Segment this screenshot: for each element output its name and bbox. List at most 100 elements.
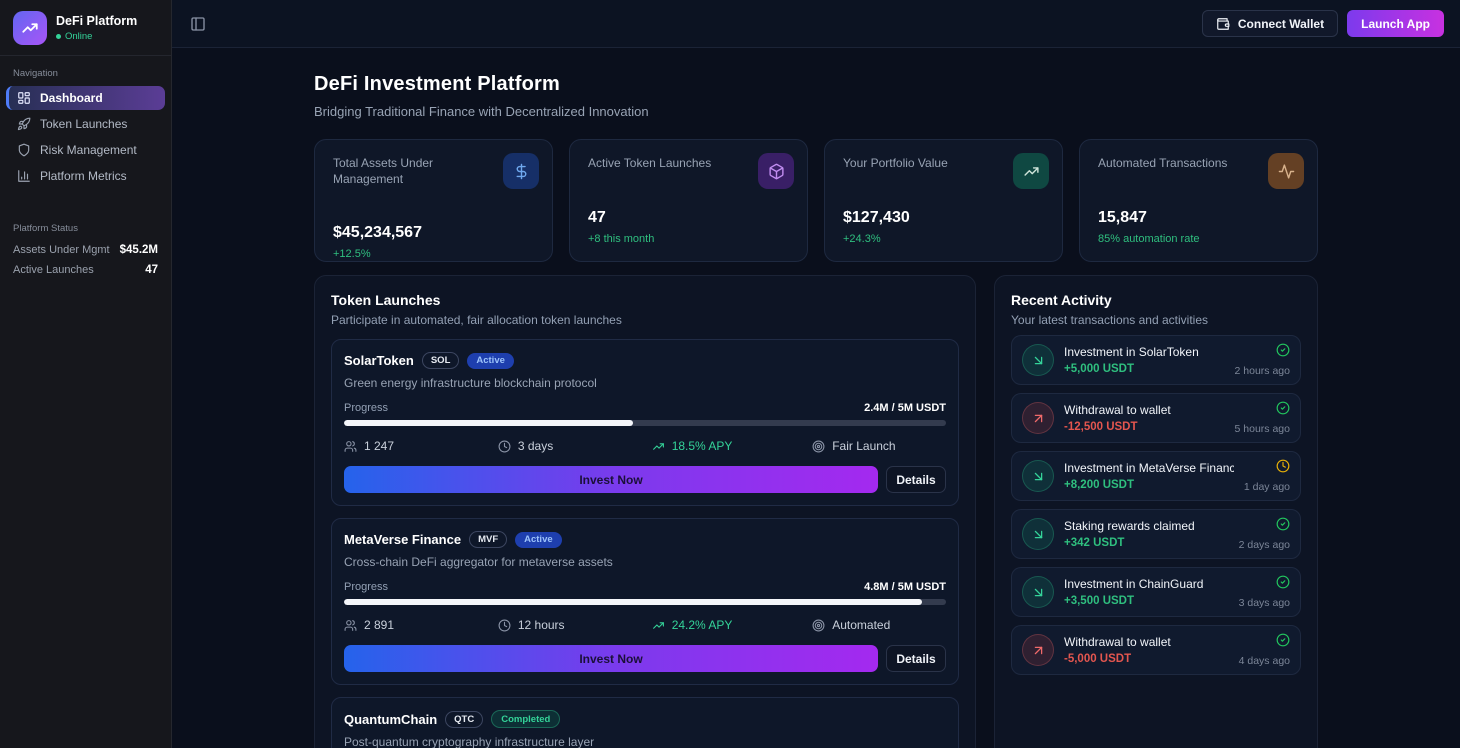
stat-value: $45,234,567 [333,224,534,242]
brand: DeFi Platform Online [0,0,171,56]
activity-title: Investment in MetaVerse Finance [1064,461,1234,475]
page-title: DeFi Investment Platform [314,73,1318,96]
activity-amount: +3,500 USDT [1064,595,1229,607]
token-card-solartoken: SolarToken SOL Active Green energy infra… [331,339,959,506]
sidebar-item-token-launches[interactable]: Token Launches [6,112,165,136]
bar-chart-icon [17,169,31,183]
trending-up-icon [652,440,665,453]
brand-logo-trending-up-icon [13,11,47,45]
activity-title: Withdrawal to wallet [1064,403,1225,417]
dollar-icon [503,153,539,189]
stat-label: Automated Transactions [1098,156,1258,172]
stat-label: Your Portfolio Value [843,156,1003,172]
platform-status-label: Platform Status [0,211,171,240]
activity-time: 2 days ago [1239,539,1290,551]
token-description: Green energy infrastructure blockchain p… [344,376,946,390]
nav-section-label: Navigation [0,56,171,85]
participants-stat: 2 891 [344,618,498,632]
activity-title: Investment in ChainGuard [1064,577,1229,591]
invest-now-button[interactable]: Invest Now [344,466,878,493]
check-circle-icon [1276,343,1290,357]
stat-change: 85% automation rate [1098,233,1299,245]
connect-wallet-button[interactable]: Connect Wallet [1202,10,1338,37]
token-symbol-badge: SOL [422,352,460,369]
activity-amount: +8,200 USDT [1064,479,1234,491]
arrow-down-right-icon [1022,344,1054,376]
panel-title: Recent Activity [1011,292,1301,308]
panel-subtitle: Participate in automated, fair allocatio… [331,313,959,327]
token-status-badge: Active [467,353,514,369]
target-icon [812,619,825,632]
progress-bar [344,420,946,426]
stat-value: 47 [588,209,789,227]
target-icon [812,440,825,453]
status-row-aum: Assets Under Mgmt $45.2M [0,240,171,260]
activity-icon [1268,153,1304,189]
token-description: Cross-chain DeFi aggregator for metavers… [344,555,946,569]
stat-change: +24.3% [843,233,1044,245]
arrow-down-right-icon [1022,576,1054,608]
token-status-badge: Completed [491,710,560,728]
token-status-badge: Active [515,532,562,548]
apy-stat: 18.5% APY [652,439,813,453]
clock-icon [498,440,511,453]
activity-item: Investment in MetaVerse Finance +8,200 U… [1011,451,1301,501]
status-row-active-launches: Active Launches 47 [0,260,171,280]
sidebar-item-risk-management[interactable]: Risk Management [6,138,165,162]
activity-time: 5 hours ago [1235,423,1290,435]
arrow-down-right-icon [1022,460,1054,492]
sidebar-item-label: Dashboard [40,91,103,105]
brand-name: DeFi Platform [56,14,137,28]
check-circle-icon [1276,517,1290,531]
page-subtitle: Bridging Traditional Finance with Decent… [314,104,1318,119]
invest-now-button[interactable]: Invest Now [344,645,878,672]
sidebar-item-label: Platform Metrics [40,169,127,183]
sidebar-item-platform-metrics[interactable]: Platform Metrics [6,164,165,188]
topbar: Connect Wallet Launch App [172,0,1460,48]
panel-subtitle: Your latest transactions and activities [1011,313,1301,327]
arrow-up-right-icon [1022,634,1054,666]
progress-value: 2.4M / 5M USDT [864,402,946,414]
check-circle-icon [1276,633,1290,647]
users-icon [344,440,357,453]
users-icon [344,619,357,632]
pending-clock-icon [1276,459,1290,473]
progress-bar [344,599,946,605]
activity-item: Investment in ChainGuard +3,500 USDT 3 d… [1011,567,1301,617]
shield-icon [17,143,31,157]
token-symbol-badge: MVF [469,531,507,548]
arrow-up-right-icon [1022,402,1054,434]
sidebar-item-dashboard[interactable]: Dashboard [6,86,165,110]
token-symbol-badge: QTC [445,711,483,728]
sidebar-toggle-button[interactable] [190,16,206,32]
activity-amount: +342 USDT [1064,537,1229,549]
online-dot-icon [56,34,61,39]
launch-app-button[interactable]: Launch App [1347,10,1444,37]
stat-value: $127,430 [843,209,1044,227]
token-name: MetaVerse Finance [344,532,461,547]
activity-amount: +5,000 USDT [1064,363,1225,375]
token-description: Post-quantum cryptography infrastructure… [344,735,946,748]
panel-title: Token Launches [331,292,959,308]
clock-icon [498,619,511,632]
token-card-metaverse-finance: MetaVerse Finance MVF Active Cross-chain… [331,518,959,685]
arrow-down-right-icon [1022,518,1054,550]
wallet-icon [1216,17,1230,31]
activity-item: Withdrawal to wallet -5,000 USDT 4 days … [1011,625,1301,675]
activity-item: Investment in SolarToken +5,000 USDT 2 h… [1011,335,1301,385]
stat-card-total-assets: Total Assets Under Management $45,234,56… [314,139,553,262]
token-card-quantumchain: QuantumChain QTC Completed Post-quantum … [331,697,959,748]
details-button[interactable]: Details [886,466,946,493]
check-circle-icon [1276,401,1290,415]
progress-label: Progress [344,581,388,593]
details-button[interactable]: Details [886,645,946,672]
active-launches-value: 47 [145,264,158,276]
activity-time: 4 days ago [1239,655,1290,667]
activity-item: Withdrawal to wallet -12,500 USDT 5 hour… [1011,393,1301,443]
activity-title: Investment in SolarToken [1064,345,1225,359]
apy-stat: 24.2% APY [652,618,813,632]
online-status: Online [56,31,137,42]
launch-type-stat: Automated [812,618,946,632]
token-launches-panel: Token Launches Participate in automated,… [314,275,976,748]
trending-up-icon [1013,153,1049,189]
